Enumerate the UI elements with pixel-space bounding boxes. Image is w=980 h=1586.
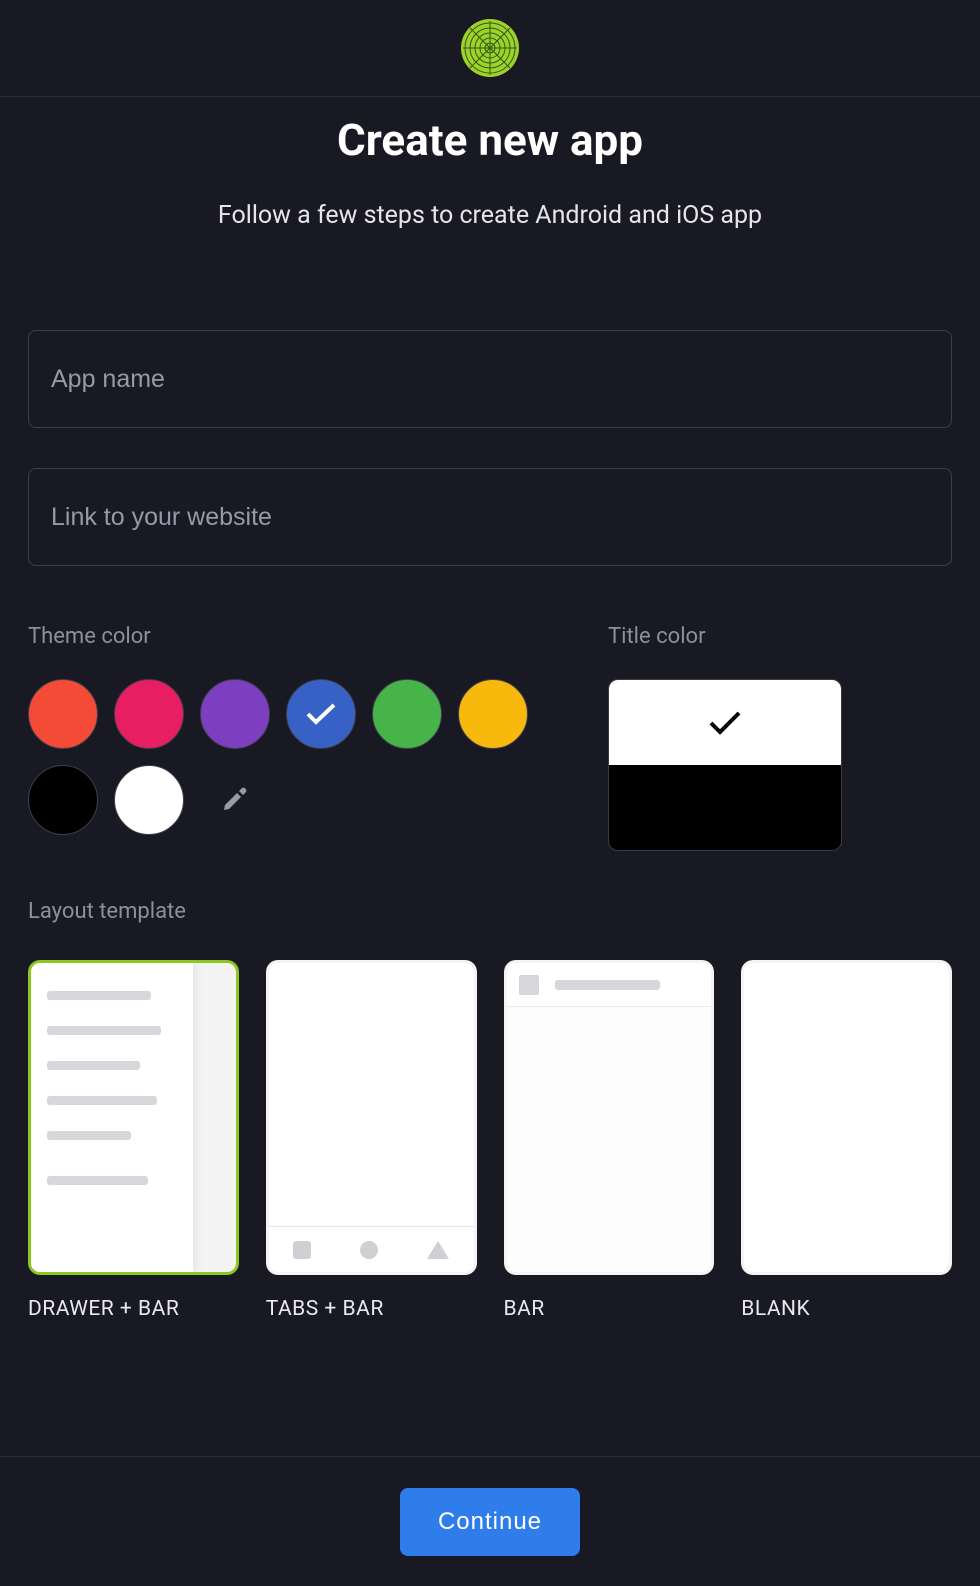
theme-color-label: Theme color — [28, 624, 578, 649]
template-tabs-bar[interactable]: TABS + BAR — [266, 960, 477, 1321]
template-bar-label: BAR — [504, 1297, 715, 1321]
theme-color-green[interactable] — [372, 679, 442, 749]
theme-color-yellow[interactable] — [458, 679, 528, 749]
template-blank-label: BLANK — [741, 1297, 952, 1321]
template-drawer-bar[interactable]: DRAWER + BAR — [28, 960, 239, 1321]
title-color-picker — [608, 679, 842, 851]
template-drawer-bar-label: DRAWER + BAR — [28, 1297, 239, 1321]
theme-color-black[interactable] — [28, 765, 98, 835]
template-tabs-bar-label: TABS + BAR — [266, 1297, 477, 1321]
theme-color-red[interactable] — [28, 679, 98, 749]
website-link-input[interactable] — [28, 468, 952, 566]
title-color-label: Title color — [608, 624, 952, 649]
layout-template-label: Layout template — [28, 899, 952, 924]
tab-circle-icon — [360, 1241, 378, 1259]
page-subtitle: Follow a few steps to create Android and… — [28, 201, 952, 230]
bar-menu-icon — [519, 975, 539, 995]
footer-bar: Continue — [0, 1456, 980, 1586]
tab-square-icon — [293, 1241, 311, 1259]
theme-color-white[interactable] — [114, 765, 184, 835]
title-color-black[interactable] — [609, 765, 841, 850]
theme-color-pink[interactable] — [114, 679, 184, 749]
theme-color-purple[interactable] — [200, 679, 270, 749]
app-name-input[interactable] — [28, 330, 952, 428]
template-blank[interactable]: BLANK — [741, 960, 952, 1321]
continue-button[interactable]: Continue — [400, 1488, 580, 1556]
layout-templates: DRAWER + BAR TABS + BAR BAR — [28, 960, 952, 1321]
theme-color-swatches — [28, 679, 548, 835]
template-bar[interactable]: BAR — [504, 960, 715, 1321]
app-logo — [461, 19, 519, 77]
eyedropper-icon[interactable] — [200, 765, 270, 835]
page-title: Create new app — [28, 114, 952, 166]
header-bar — [0, 0, 980, 97]
theme-color-blue[interactable] — [286, 679, 356, 749]
title-color-white[interactable] — [609, 680, 841, 765]
tab-triangle-icon — [427, 1241, 449, 1259]
